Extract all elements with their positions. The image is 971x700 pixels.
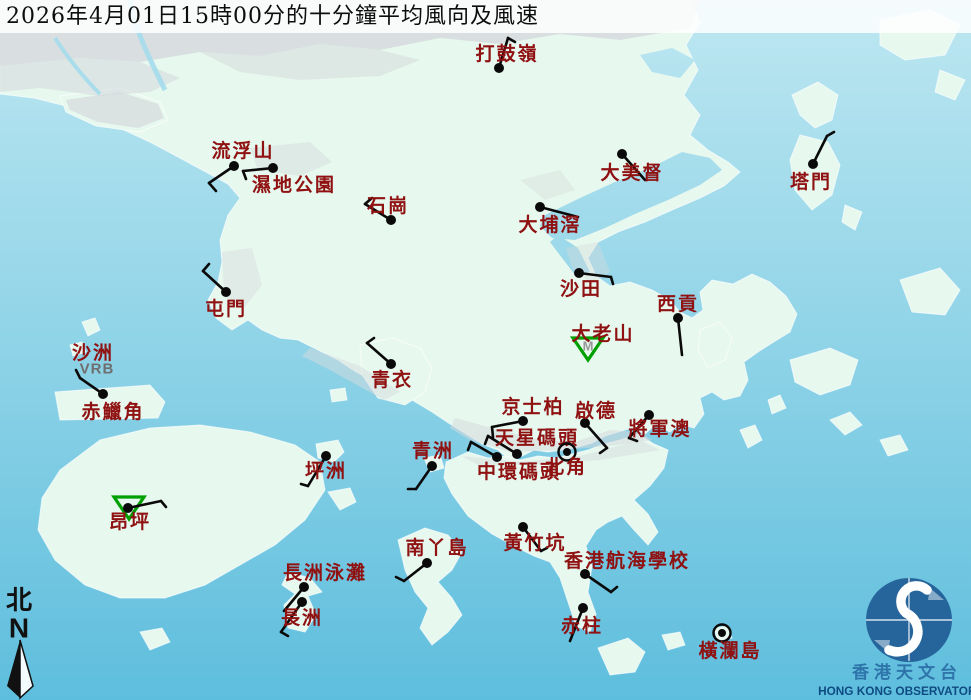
north-compass: 北 N [6,586,33,698]
station-dot [578,603,588,613]
station-label-tai-po-kau: 大埔滘 [518,213,581,236]
map-title: 2026年4月01日15時00分的十分鐘平均風向及風速 [0,0,971,33]
station-dot [512,449,522,459]
station-dot [229,161,239,171]
wind-barb-feather [492,427,493,437]
station-dot [518,522,528,532]
station-label-star-ferry-pier: 天星碼頭 [495,427,579,449]
station-label-kai-tak: 啟德 [575,399,617,422]
station-dot [808,159,818,169]
station-dot [268,163,278,173]
station-dot [297,597,307,607]
station-label-north-point: 北角 [545,455,587,478]
station-label-stanley: 赤柱 [561,614,603,637]
station-label-chek-lap-kok: 赤鱲角 [81,400,144,423]
station-label-waglan-island: 橫瀾島 [698,639,761,662]
station-label-wetland-park: 濕地公園 [252,173,336,196]
station-label-cheung-chau-beach: 長洲泳灘 [283,561,367,584]
station-label-wong-chuk-hang: 黃竹坑 [503,531,566,554]
station-dot [574,268,584,278]
station-label-ngong-ping: 昂坪 [109,511,151,533]
station-dot [563,448,571,456]
station-label-tai-mei-tuk: 大美督 [600,161,663,184]
station-label-sha-tin: 沙田 [560,278,602,300]
station-label-hk-sea-school: 香港航海學校 [563,549,690,572]
station-label-lamma-island: 南丫島 [405,536,468,559]
station-label-tseung-kwan-o: 將軍澳 [628,417,691,440]
hko-logo-chinese-name: 香港天文台 [852,662,962,683]
station-dot [386,359,396,369]
station-label-peng-chau: 坪洲 [305,460,347,482]
station-label-sai-kung: 西貢 [657,293,699,315]
station-dot [221,287,231,297]
station-label-tap-mun: 塔門 [790,170,832,193]
station-label-cheung-chau: 長洲 [281,607,323,629]
station-dot [422,558,432,568]
compass-zh-label: 北 [6,586,32,616]
station-label-ta-kwu-ling: 打鼓嶺 [475,42,538,65]
title-bar: 2026年4月01日15時00分的十分鐘平均風向及風速 [0,0,971,33]
station-dot [617,149,627,159]
station-label-tuen-mun: 屯門 [205,297,247,320]
station-dot [427,461,437,471]
station-label-tsing-yi: 青衣 [371,368,413,391]
island-ma-wan [330,388,347,402]
station-label-kings-park: 京士柏 [501,395,564,418]
station-sub-sha-chau: VRB [80,361,115,378]
station-dot [98,389,108,399]
station-label-lau-fau-shan: 流浮山 [211,139,274,162]
wind-map-page: 打鼓嶺流浮山濕地公園石崗屯門大美督塔門大埔滘沙田西貢M大老山沙洲VRB赤鱲角青衣… [0,0,971,700]
station-label-green-island: 青洲 [412,440,454,462]
station-dot [535,202,545,212]
station-dot [718,629,726,637]
hko-logo-english-name: HONG KONG OBSERVATORY [818,684,971,698]
station-label-tates-cairn: 大老山 [571,322,634,345]
station-label-shek-kong: 石崗 [366,194,409,217]
compass-n-label: N [9,613,29,644]
hong-kong-wind-map: 打鼓嶺流浮山濕地公園石崗屯門大美督塔門大埔滘沙田西貢M大老山沙洲VRB赤鱲角青衣… [0,0,971,700]
